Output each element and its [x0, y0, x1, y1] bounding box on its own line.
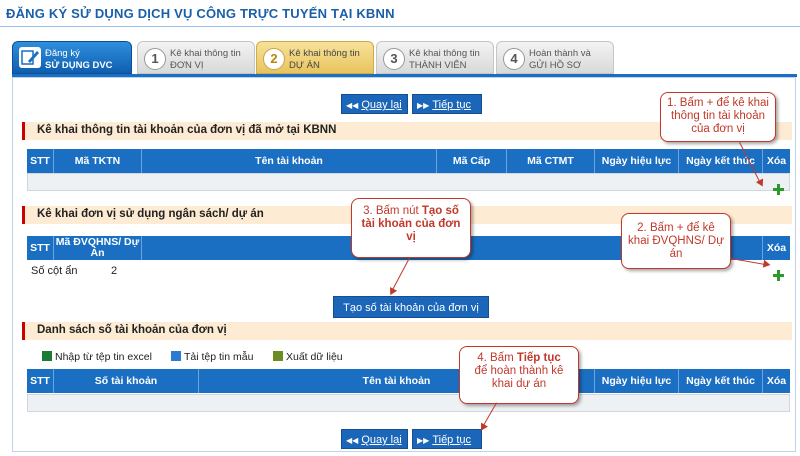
- step-label-2: THÀNH VIÊN: [409, 60, 467, 71]
- next-label: Tiếp tục: [432, 434, 472, 446]
- col-header: Ngày kết thúc: [679, 369, 763, 393]
- callout-text: 3. Bấm nút: [363, 205, 422, 217]
- export-icon: [273, 351, 283, 361]
- back-button-top[interactable]: ◀◀ Quay lại: [341, 94, 408, 114]
- export-label: Xuất dữ liệu: [286, 351, 343, 363]
- callout-emphasis: Tiếp tục: [516, 352, 561, 364]
- edit-icon: [19, 47, 41, 68]
- hidden-columns-label: Số cột ẩn: [31, 265, 78, 277]
- next-button-bottom[interactable]: ▶▶ Tiếp tục: [412, 429, 482, 449]
- col-header: Số tài khoản: [54, 369, 199, 393]
- col-header: Xóa: [766, 242, 787, 254]
- export-data-button[interactable]: Xuất dữ liệu: [273, 351, 343, 363]
- step-project-info[interactable]: 2 Kê khai thông tin DỰ ÁN: [256, 41, 374, 74]
- download-label: Tải tệp tin mẫu: [184, 351, 254, 363]
- step-number: 4: [503, 48, 525, 70]
- step-label-2: ĐƠN VỊ: [170, 60, 204, 71]
- callout-add-unit: 2. Bấm + để kê khai ĐVQHNS/ Dự án: [621, 213, 731, 269]
- step-member-info[interactable]: 3 Kê khai thông tin THÀNH VIÊN: [376, 41, 494, 74]
- back-label: Quay lại: [361, 99, 402, 111]
- callout-text: để hoàn thành kê khai dự án: [474, 365, 564, 390]
- callout-text: 4. Bấm: [477, 352, 517, 364]
- account-list-table-row: [27, 394, 790, 412]
- add-account-icon[interactable]: [773, 184, 784, 195]
- col-header: Ngày kết thúc: [679, 149, 763, 173]
- import-label: Nhập từ tệp tin excel: [55, 351, 152, 363]
- col-header: Mã CTMT: [507, 149, 595, 173]
- step-number: 2: [263, 48, 285, 70]
- callout-create-accounts: 3. Bấm nút Tạo số tài khoản của đơn vị: [351, 198, 471, 258]
- accounts-table-header: STT Mã TKTN Tên tài khoản Mã Cấp Mã CTMT…: [27, 149, 790, 173]
- download-icon: [171, 351, 181, 361]
- col-header: Mã Cấp: [437, 149, 507, 173]
- back-label: Quay lại: [361, 434, 402, 446]
- callout-add-account: 1. Bấm + để kê khai thông tin tài khoản …: [660, 92, 776, 142]
- col-header: STT: [27, 236, 54, 260]
- section-title: Kê khai đơn vị sử dụng ngân sách/ dự án: [37, 208, 264, 220]
- col-header: Ngày hiệu lực: [595, 369, 679, 393]
- col-header: STT: [27, 369, 54, 393]
- step-label-1: Đăng ký: [45, 48, 80, 59]
- step-label-1: Kê khai thông tin: [289, 48, 360, 59]
- callout-text: 1. Bấm + để kê khai thông tin tài khoản …: [667, 97, 769, 135]
- next-label: Tiếp tục: [432, 99, 472, 111]
- col-header: Xóa: [766, 155, 787, 167]
- section-title: Danh sách số tài khoản của đơn vị: [37, 324, 227, 336]
- step-unit-info[interactable]: 1 Kê khai thông tin ĐƠN VỊ: [137, 41, 255, 74]
- col-header: Tên tài khoản: [142, 149, 437, 173]
- col-header: STT: [27, 149, 54, 173]
- back-button-bottom[interactable]: ◀◀ Quay lại: [341, 429, 408, 449]
- page-title: ĐĂNG KÝ SỬ DỤNG DỊCH VỤ CÔNG TRỰC TUYẾN …: [6, 6, 395, 21]
- double-left-arrow-icon: ◀◀: [346, 101, 359, 110]
- download-template-button[interactable]: Tải tệp tin mẫu: [171, 351, 253, 363]
- step-label-1: Hoàn thành và: [529, 48, 591, 59]
- col-header: Mã ĐVQHNS/ Dự Án: [54, 236, 142, 260]
- double-right-arrow-icon: ▶▶: [417, 436, 430, 445]
- create-accounts-label: Tạo số tài khoản của đơn vị: [343, 302, 479, 314]
- col-header: Xóa: [766, 375, 787, 387]
- title-divider: [0, 26, 800, 27]
- step-label-1: Kê khai thông tin: [170, 48, 241, 59]
- step-number: 3: [383, 48, 405, 70]
- step-label-2: SỬ DỤNG DVC: [45, 60, 113, 71]
- step-label-1: Kê khai thông tin: [409, 48, 480, 59]
- section-account-list-header: Danh sách số tài khoản của đơn vị: [22, 322, 792, 340]
- add-unit-icon[interactable]: [773, 270, 784, 281]
- step-label-2: GỬI HỒ SƠ: [529, 60, 582, 71]
- accounts-table-row: [27, 173, 790, 191]
- excel-icon: [42, 351, 52, 361]
- step-label-2: DỰ ÁN: [289, 60, 320, 71]
- account-list-table-header: STT Số tài khoản Tên tài khoản Ngày hiệu…: [27, 369, 790, 393]
- col-header: Ngày hiệu lực: [595, 149, 679, 173]
- import-excel-button[interactable]: Nhập từ tệp tin excel: [42, 351, 152, 363]
- callout-continue: 4. Bấm Tiếp tục để hoàn thành kê khai dự …: [459, 346, 579, 404]
- section-title: Kê khai thông tin tài khoản của đơn vị đ…: [37, 124, 337, 136]
- step-register[interactable]: Đăng ký SỬ DỤNG DVC: [12, 41, 132, 74]
- hidden-columns-value: 2: [111, 265, 118, 277]
- next-button-top[interactable]: ▶▶ Tiếp tục: [412, 94, 482, 114]
- step-finish-submit[interactable]: 4 Hoàn thành và GỬI HỒ SƠ: [496, 41, 614, 74]
- double-left-arrow-icon: ◀◀: [346, 436, 359, 445]
- create-accounts-button[interactable]: Tạo số tài khoản của đơn vị: [333, 296, 489, 318]
- col-header: Mã TKTN: [54, 149, 142, 173]
- callout-text: 2. Bấm + để kê khai ĐVQHNS/ Dự án: [628, 222, 724, 260]
- double-right-arrow-icon: ▶▶: [417, 101, 430, 110]
- step-number: 1: [144, 48, 166, 70]
